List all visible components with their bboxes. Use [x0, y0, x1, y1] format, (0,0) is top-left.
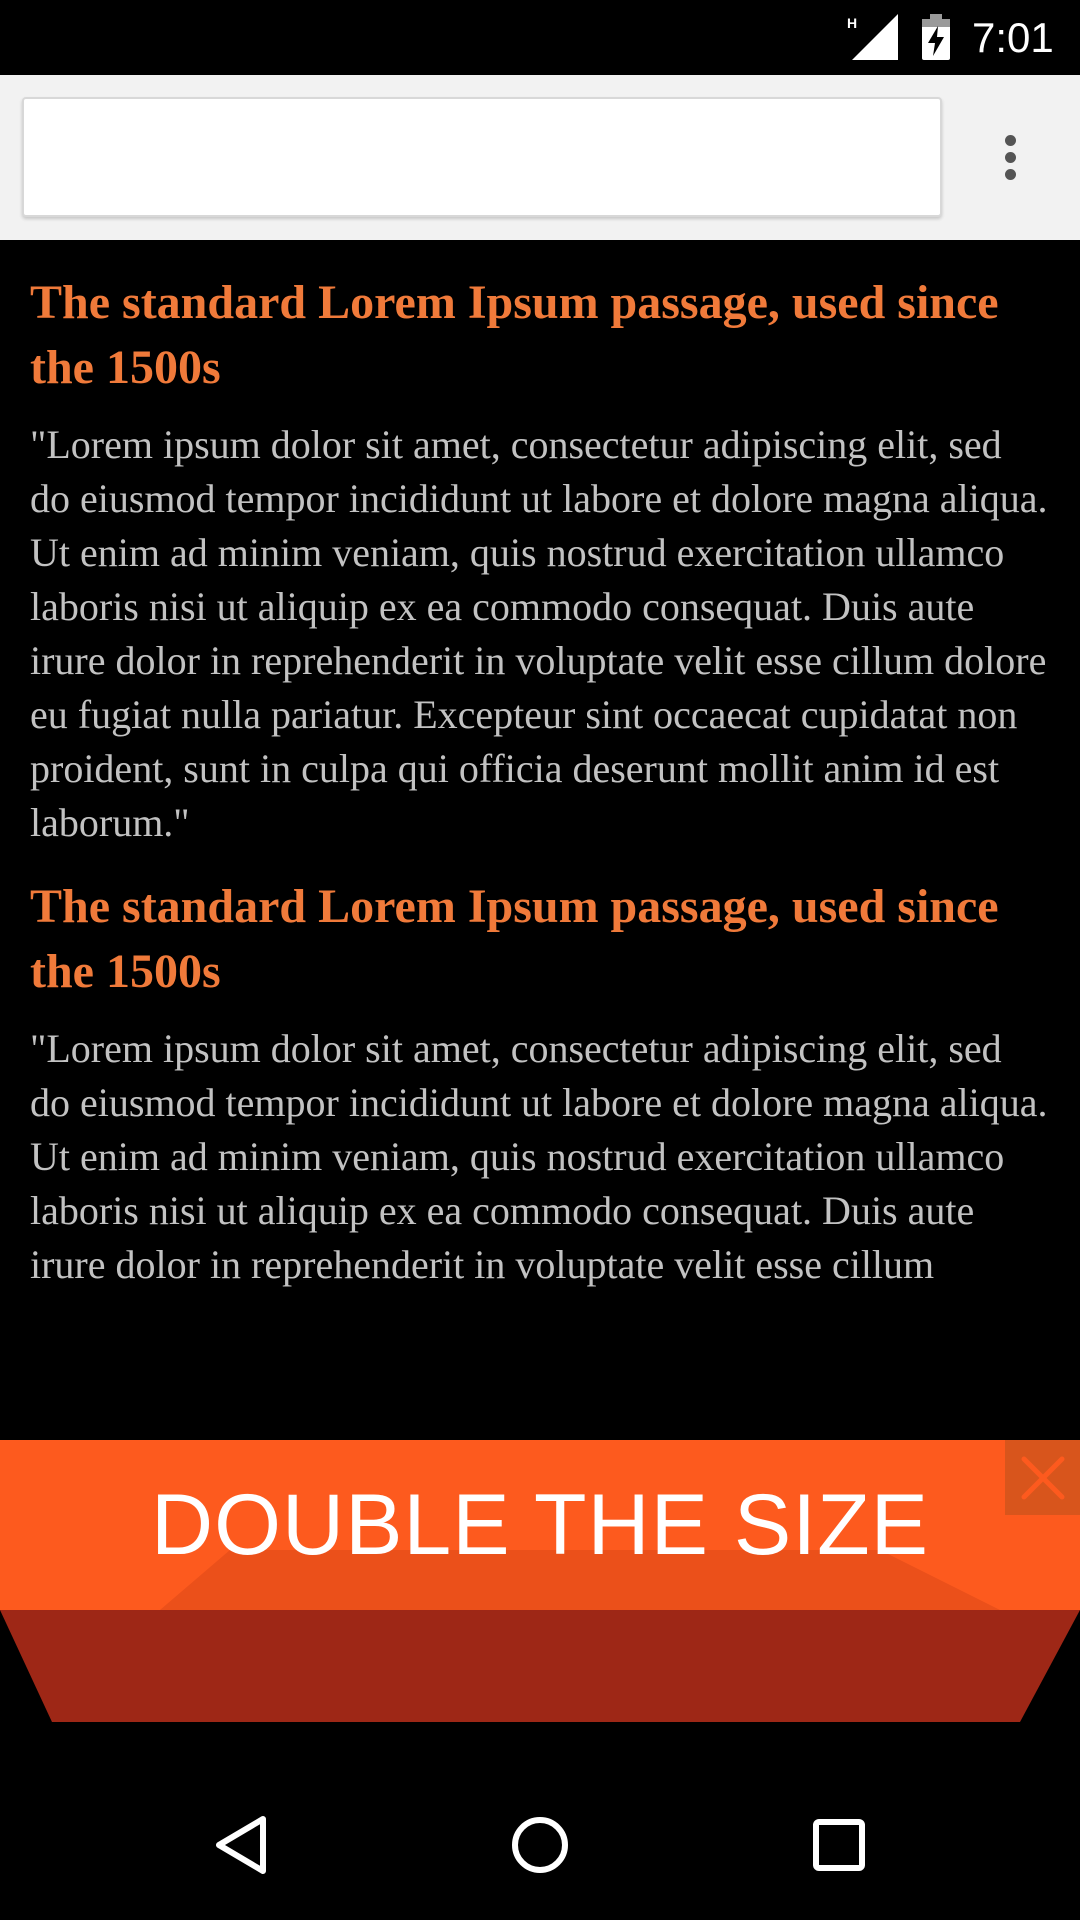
overflow-menu-dot — [1004, 168, 1016, 180]
article-heading: The standard Lorem Ipsum passage, used s… — [30, 276, 999, 394]
clock: 7:01 — [972, 14, 1054, 61]
browser-toolbar — [0, 75, 1080, 240]
network-type-label: H — [847, 15, 857, 31]
article: The standard Lorem Ipsum passage, used s… — [30, 874, 1050, 1292]
home-icon — [512, 1817, 568, 1873]
home-button[interactable] — [485, 1795, 595, 1895]
navigation-bar — [0, 1770, 1080, 1920]
close-icon — [1021, 1456, 1064, 1499]
article-heading: The standard Lorem Ipsum passage, used s… — [30, 880, 999, 998]
overflow-menu-icon — [1004, 134, 1016, 146]
back-button[interactable] — [186, 1795, 296, 1895]
url-input[interactable] — [22, 97, 942, 217]
signal-icon: H — [847, 14, 898, 60]
overflow-menu-button[interactable] — [980, 115, 1040, 199]
screen: H 7:01 The standard Lorem Ipsum passage,… — [0, 0, 1080, 1920]
battery-charging-icon — [922, 14, 950, 60]
promo-label[interactable]: DOUBLE THE SIZE — [0, 1440, 1080, 1610]
promo-close-button[interactable] — [1005, 1440, 1080, 1515]
recents-button[interactable] — [784, 1795, 894, 1895]
page-content: The standard Lorem Ipsum passage, used s… — [30, 240, 1050, 1292]
article-body: "Lorem ipsum dolor sit amet, consectetur… — [30, 422, 1048, 845]
status-bar: H 7:01 — [0, 0, 1080, 75]
recents-icon — [813, 1819, 865, 1871]
back-icon — [216, 1816, 266, 1874]
article: The standard Lorem Ipsum passage, used s… — [30, 270, 1050, 850]
overflow-menu-dot — [1004, 151, 1016, 163]
article-body: "Lorem ipsum dolor sit amet, consectetur… — [30, 1026, 1048, 1287]
promo-banner[interactable]: DOUBLE THE SIZE — [0, 1440, 1080, 1725]
